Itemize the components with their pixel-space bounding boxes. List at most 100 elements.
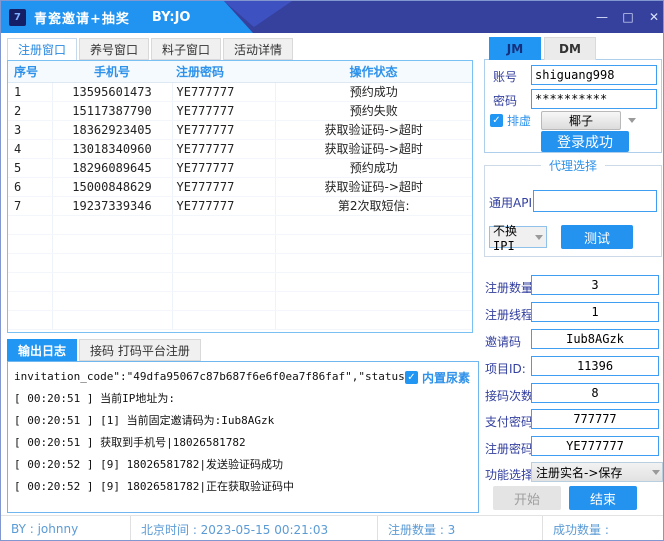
cell-password: YE777777 [172,139,275,158]
status-by: BY : johnny [1,516,131,541]
checkmark-icon: ✓ [405,371,418,384]
function-select[interactable]: 注册实名->保存 [531,462,663,482]
output-log-box[interactable]: invitation_code":"49dfa95067c87b687f6e6f… [7,361,479,513]
checkmark-icon: ✓ [490,114,503,127]
cell-status: 获取验证码->超时 [275,139,472,158]
cell-phone: 15000848629 [52,177,172,196]
tab-dm[interactable]: DM [544,37,596,60]
cell-password: YE777777 [172,120,275,139]
cell-status: 预约成功 [275,158,472,177]
account-field[interactable] [531,65,657,85]
table-row[interactable]: 3 18362923405 YE777777 获取验证码->超时 [8,120,472,139]
ip-mode-select[interactable]: 不换IPI [489,226,547,248]
cell-index: 4 [8,139,52,158]
close-button[interactable]: ✕ [641,6,664,28]
cell-phone: 19237339346 [52,196,172,215]
thread-count-field[interactable] [531,302,659,322]
tab-activity-details[interactable]: 活动详情 [223,38,293,60]
function-select-value: 注册实名->保存 [536,464,622,481]
login-status-button[interactable]: 登录成功 [541,131,629,152]
register-password-label: 注册密码 [485,440,533,457]
chevron-down-icon[interactable] [628,118,636,123]
minimize-button[interactable]: — [589,6,615,28]
table-row[interactable]: 4 13018340960 YE777777 获取验证码->超时 [8,139,472,158]
cell-password: YE777777 [172,101,275,120]
proxy-select-group: 代理选择 通用API 不换IPI 测试 [484,165,662,257]
code-attempts-label: 接码次数 [485,387,533,404]
log-line: [ 00:20:52 ] [9] 18026581782|发送验证码成功 [14,454,472,476]
table-row-empty [8,310,472,329]
test-button[interactable]: 测试 [561,225,633,249]
thread-count-label: 注册线程 [485,306,533,323]
titlebar: 7 青瓷邀请+抽奖 BY:JO — □ ✕ [1,1,663,33]
table-row-empty [8,215,472,234]
col-header-phone: 手机号 [52,61,172,82]
tab-jm[interactable]: JM [489,37,541,60]
log-line: [ 00:20:52 ] [9] 18026581782|正在获取验证码中 [14,476,472,498]
table-row[interactable]: 1 13595601473 YE777777 预约成功 [8,82,472,101]
cell-phone: 18362923405 [52,120,172,139]
register-count-label: 注册数量 [485,279,533,296]
cell-password: YE777777 [172,177,275,196]
invite-code-field[interactable] [531,329,659,349]
col-header-password: 注册密码 [172,61,275,82]
api-input[interactable] [533,190,657,212]
app-window: 7 青瓷邀请+抽奖 BY:JO — □ ✕ 注册窗口 养号窗口 料子窗口 活动详… [0,0,664,541]
cell-status: 获取验证码->超时 [275,120,472,139]
pay-password-field[interactable] [531,409,659,429]
tab-code-platform-register[interactable]: 接码 打码平台注册 [79,339,201,361]
chevron-down-icon [652,470,660,475]
thread-count-row: 注册线程 [483,302,663,324]
tab-register-window[interactable]: 注册窗口 [7,38,77,61]
builtin-urea-checkbox[interactable]: ✓ 内置尿素 [405,369,470,386]
tab-nurture-window[interactable]: 养号窗口 [79,38,149,60]
col-header-index: 序号 [8,61,52,82]
pay-password-label: 支付密码 [485,413,533,430]
password-label: 密码 [493,92,517,109]
function-select-label: 功能选择 [485,466,533,483]
table-row[interactable]: 5 18296089645 YE777777 预约成功 [8,158,472,177]
table-row[interactable]: 2 15117387790 YE777777 预约失败 [8,101,472,120]
main-tab-bar: 注册窗口 养号窗口 料子窗口 活动详情 [7,38,293,61]
phone-table: 序号 手机号 注册密码 操作状态 1 13595601473 YE777777 … [7,60,473,333]
cell-status: 预约成功 [275,82,472,101]
cell-index: 3 [8,120,52,139]
start-button[interactable]: 开始 [493,486,561,510]
table-row[interactable]: 6 15000848629 YE777777 获取验证码->超时 [8,177,472,196]
tab-output-log[interactable]: 输出日志 [7,339,77,361]
log-line: [ 00:20:51 ] 获取到手机号|18026581782 [14,432,472,454]
cell-status: 获取验证码->超时 [275,177,472,196]
cell-index: 2 [8,101,52,120]
cell-index: 5 [8,158,52,177]
cell-status: 预约失败 [275,101,472,120]
table-row-empty [8,291,472,310]
cell-phone: 13018340960 [52,139,172,158]
platform-select[interactable]: 椰子 [541,111,621,130]
window-title: 青瓷邀请+抽奖 [34,8,130,27]
maximize-button[interactable]: □ [615,6,641,28]
table-row[interactable]: 7 19237339346 YE777777 第2次取短信: [8,196,472,215]
log-line: [ 00:20:51 ] [1] 当前固定邀请码为:Iub8AGzk [14,410,472,432]
table-row-empty [8,253,472,272]
col-header-status: 操作状态 [275,61,472,82]
window-byline: BY:JO [152,10,191,25]
tab-material-window[interactable]: 料子窗口 [151,38,221,60]
register-password-field[interactable] [531,436,659,456]
stop-button[interactable]: 结束 [569,486,637,510]
register-count-field[interactable] [531,275,659,295]
status-register-count: 注册数量 : 3 [378,516,543,541]
code-attempts-field[interactable] [531,383,659,403]
proxy-group-title: 代理选择 [541,157,605,174]
invite-code-label: 邀请码 [485,333,521,350]
table-row-empty [8,234,472,253]
cell-index: 1 [8,82,52,101]
exclude-virtual-checkbox[interactable]: ✓ 排虚 [490,112,531,129]
right-panel: JM DM 账号 密码 ✓ 排虚 椰子 登录成功 代理选择 通用API 不换IP… [483,37,664,515]
status-time: 北京时间 : 2023-05-15 00:21:03 [131,516,378,541]
cell-phone: 13595601473 [52,82,172,101]
project-id-field[interactable] [531,356,659,376]
table-header-row: 序号 手机号 注册密码 操作状态 [8,61,472,82]
password-field[interactable] [531,89,657,109]
cell-phone: 15117387790 [52,101,172,120]
account-box: 账号 密码 ✓ 排虚 椰子 登录成功 [484,59,662,153]
